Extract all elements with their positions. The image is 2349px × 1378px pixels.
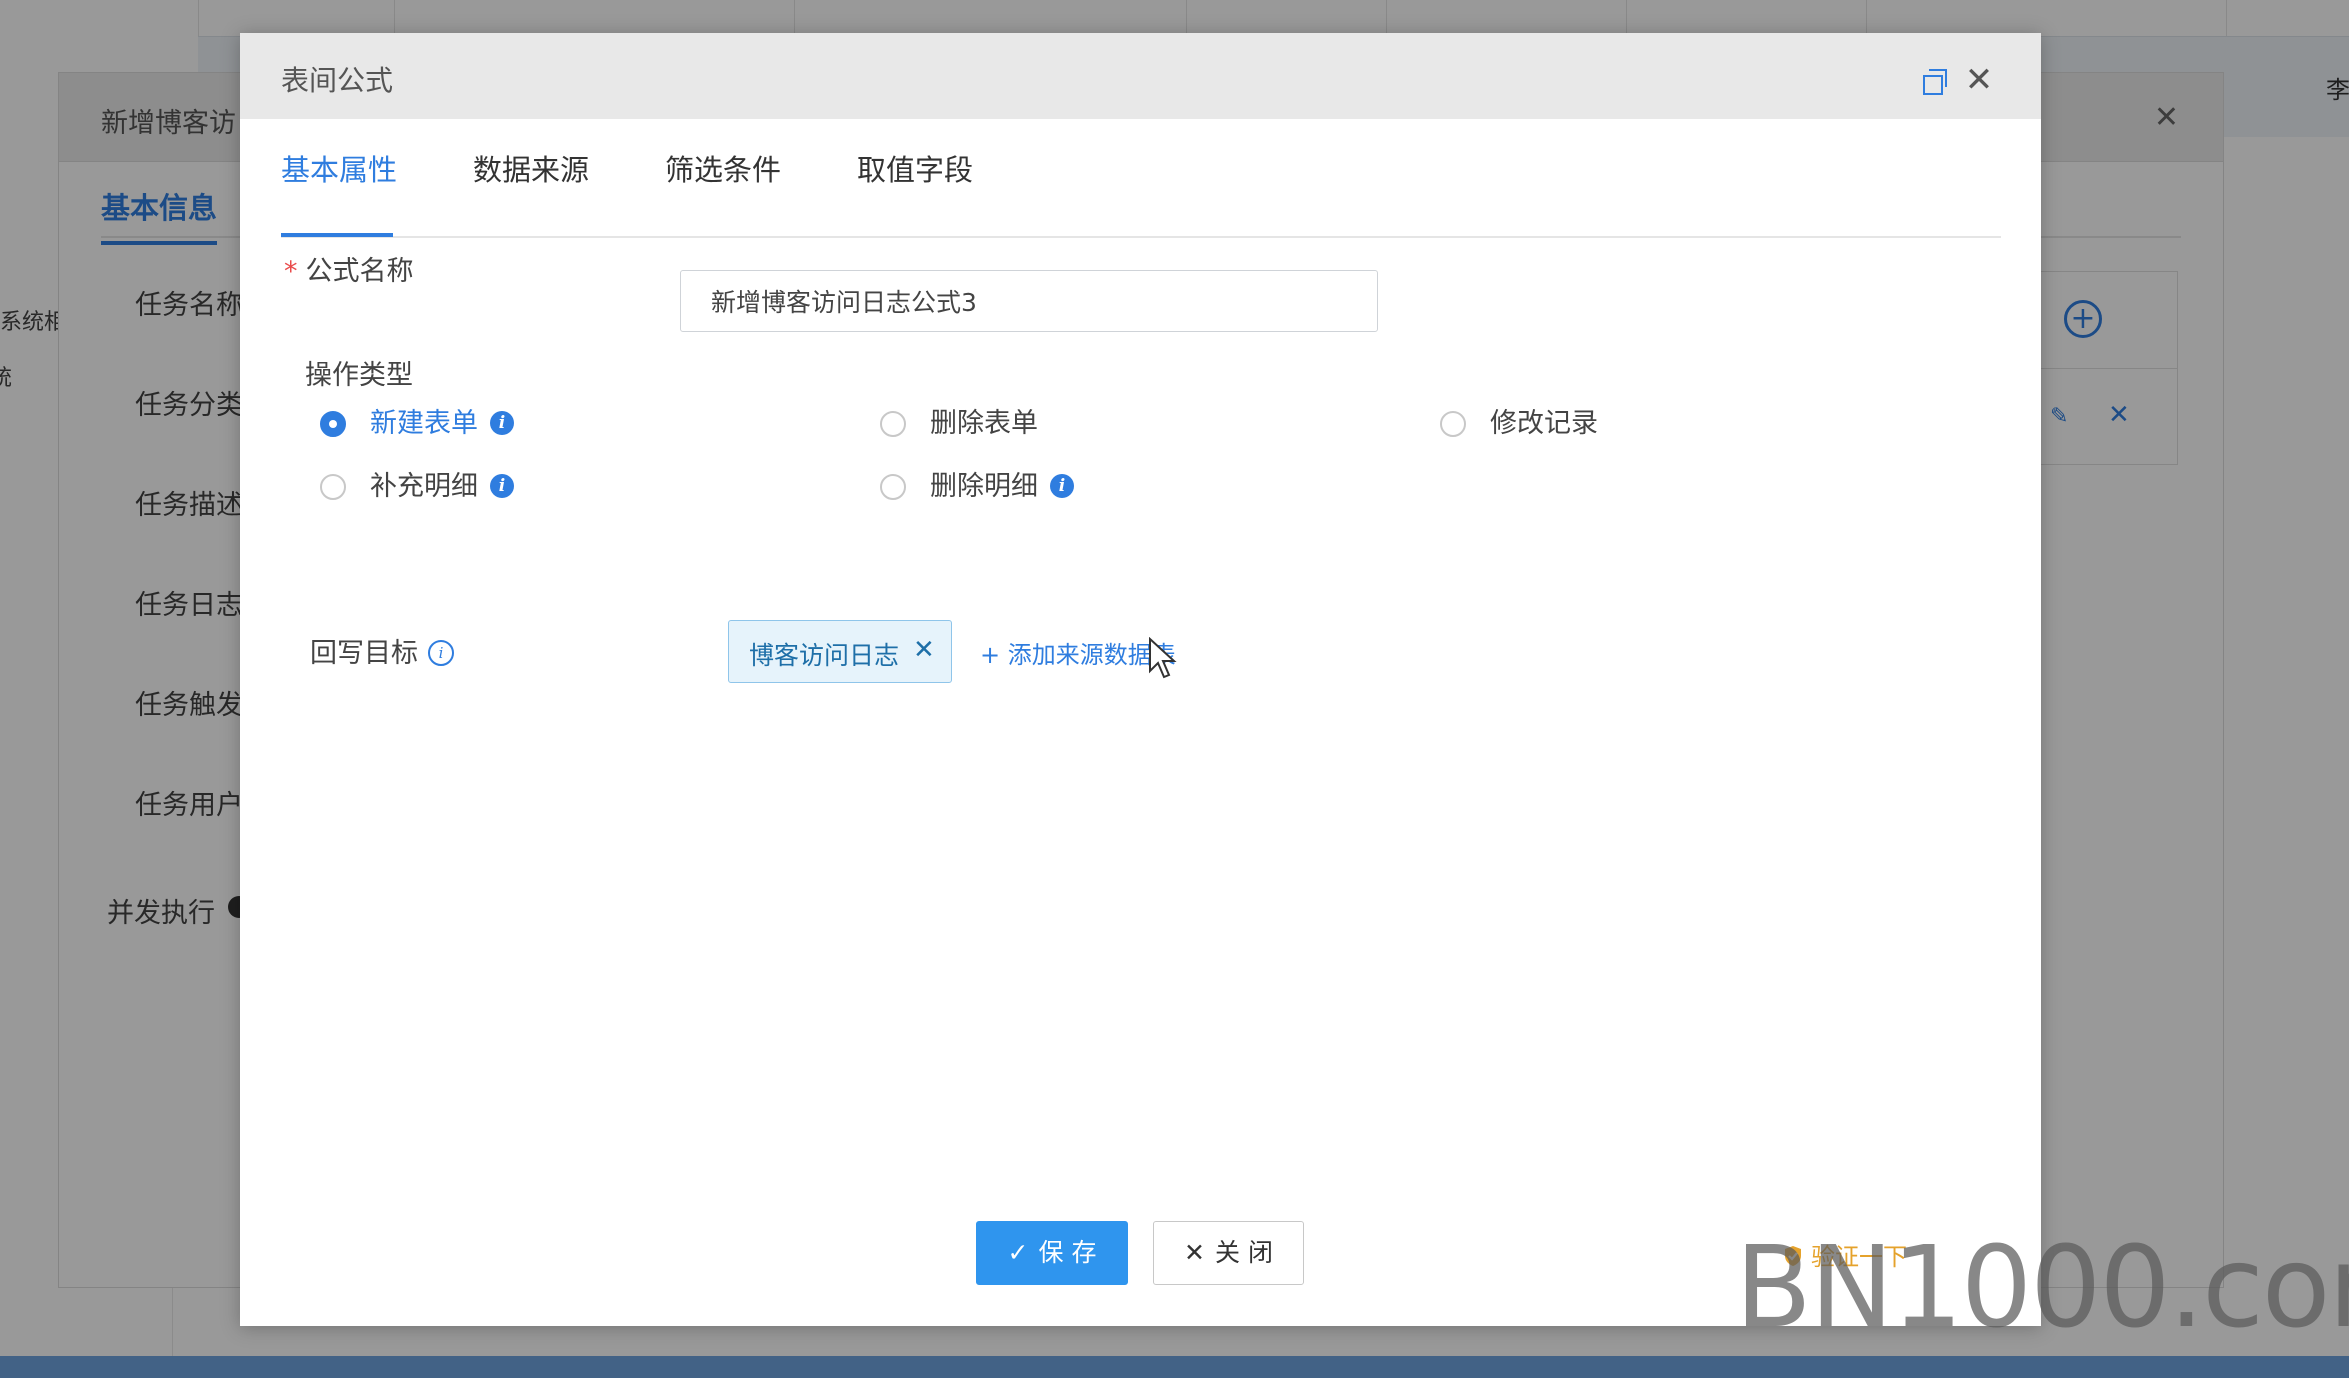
operation-type-label: 操作类型 [305,360,413,391]
writeback-target-tag[interactable]: 博客访问日志 ✕ [728,620,952,683]
watermark: BN1000.com [1735,1223,2349,1353]
radio-circle [320,411,346,437]
add-source-table-link[interactable]: + 添加来源数据表 [980,635,1176,670]
tabs-divider [281,236,2001,238]
radio-label: 新建表单 i [370,404,514,444]
required-marker: * [284,256,298,287]
tab-value-fields[interactable]: 取值字段 [857,147,973,189]
radio-label: 删除明细 i [930,467,1074,507]
info-icon[interactable]: i [490,410,514,435]
tab-data-source[interactable]: 数据来源 [473,147,589,189]
radio-label: 修改记录 [1490,408,1598,439]
formula-name-label-text: 公式名称 [305,256,414,287]
save-button[interactable]: ✓ 保 存 [976,1221,1128,1285]
writeback-label-text: 回写目标 [310,638,418,669]
tag-label: 博客访问日志 [749,641,900,670]
close-button[interactable]: ✕ 关 闭 [1153,1221,1304,1285]
maximize-icon[interactable] [1923,69,1947,95]
writeback-label: 回写目标 i [310,631,454,670]
dialog-title: 表间公式 [281,64,394,97]
mouse-cursor-icon [1149,637,1177,679]
close-icon: ✕ [1184,1238,1205,1267]
info-icon[interactable]: i [1050,473,1074,498]
radio-circle [1440,411,1466,437]
active-tab-indicator [281,233,393,237]
save-button-label: 保 存 [1038,1238,1097,1267]
formula-name-label: * 公式名称 [284,249,414,288]
tab-basic-properties[interactable]: 基本属性 [281,147,397,189]
maximize-icon-back [1929,69,1947,87]
dialog-header: 表间公式 ✕ [240,33,2041,119]
radio-label: 补充明细 i [370,467,514,507]
formula-name-input[interactable] [680,270,1378,332]
radio-label-text: 删除明细 [930,471,1038,502]
tab-filter-conditions[interactable]: 筛选条件 [665,147,781,189]
radio-label-text: 补充明细 [370,471,478,502]
info-icon[interactable]: i [490,473,514,498]
check-icon: ✓ [1007,1238,1029,1267]
radio-label: 删除表单 [930,408,1038,439]
radio-circle [320,474,346,500]
close-button-label: 关 闭 [1215,1238,1273,1267]
dialog-tabs: 基本属性 数据来源 筛选条件 取值字段 [281,147,2001,239]
radio-circle [880,411,906,437]
formula-dialog: 表间公式 ✕ 基本属性 数据来源 筛选条件 取值字段 *公式名称 操作类型 新建… [240,33,2041,1326]
radio-label-text: 新建表单 [370,408,478,439]
close-icon[interactable]: ✕ [1962,63,1996,97]
info-icon[interactable]: i [428,639,454,666]
tag-close-icon[interactable]: ✕ [913,633,935,667]
radio-circle [880,474,906,500]
